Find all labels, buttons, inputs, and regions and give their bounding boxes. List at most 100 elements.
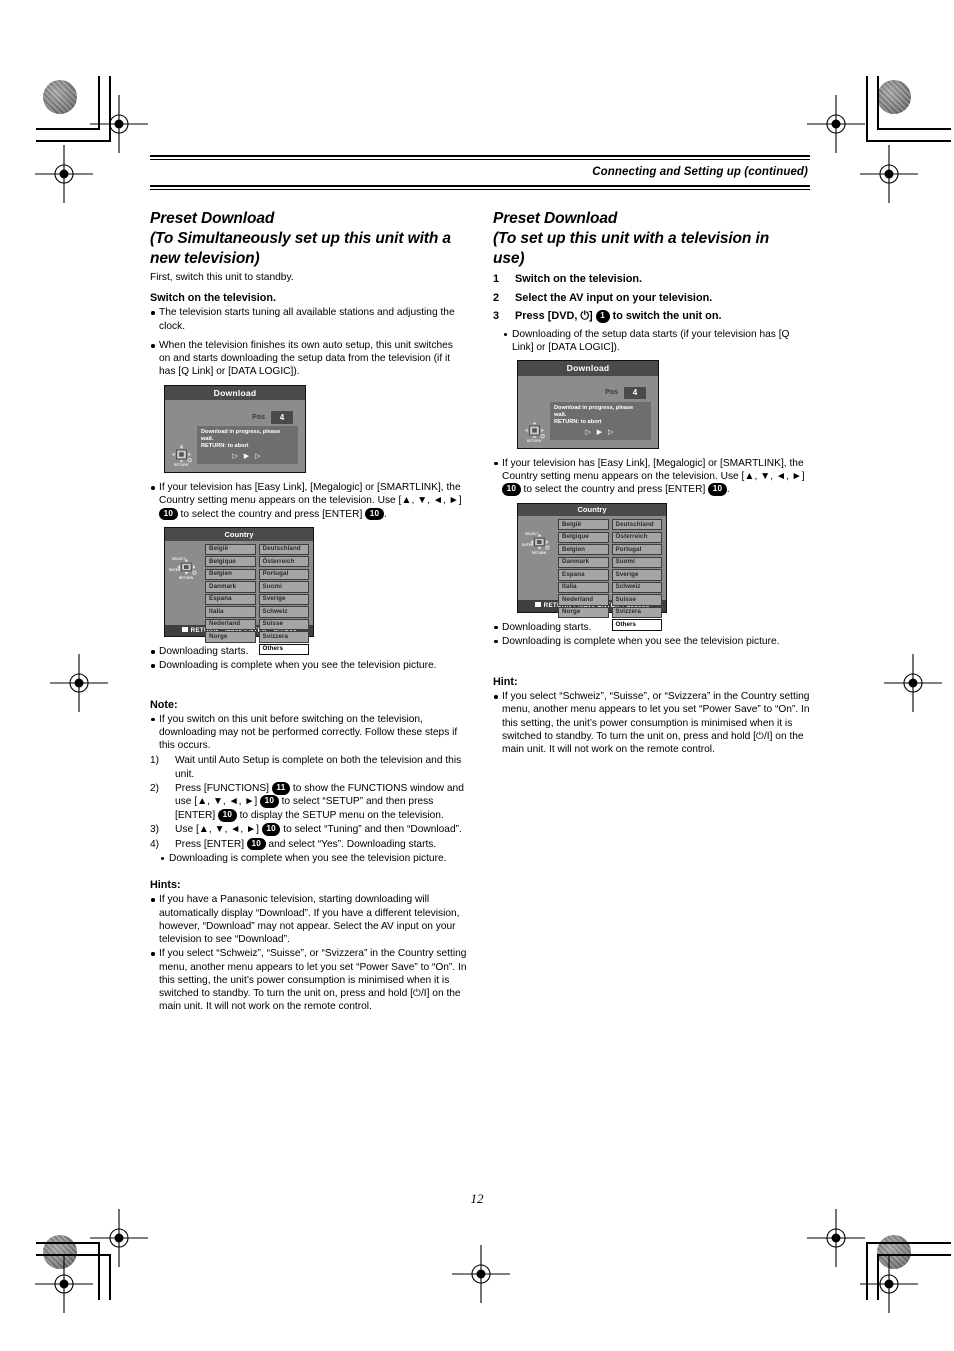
step-text: Use [▲, ▼, ◄, ►] 10 to select “Tuning” a… [175, 823, 462, 836]
download-message-line2: RETURN: to abort [554, 418, 602, 425]
country-list-item[interactable]: Nederland [558, 594, 609, 606]
country-list-item[interactable]: Sverige [258, 593, 309, 606]
crop-corner-bottom-left [36, 1220, 152, 1320]
step-text: Select the AV input on your television. [515, 291, 713, 304]
country-list-item[interactable]: Svizzera [611, 606, 662, 619]
left-title-line2: (To Simultaneously set up this unit with… [150, 230, 451, 248]
country-list-item[interactable]: Svizzera [258, 631, 309, 643]
step-number: 4) [150, 838, 160, 850]
country-list-item[interactable]: Suomi [611, 556, 662, 568]
country-list-item[interactable]: Italia [205, 606, 256, 618]
left-bullets-group-1: The television starts tuning all availab… [150, 306, 467, 378]
step-number: 1) [150, 755, 160, 767]
left-note-heading: Note: [150, 698, 178, 711]
country-dpad-icon: SELECT ENTER RETURN [521, 519, 555, 597]
key-number-badge: 10 [261, 823, 281, 836]
list-item: Downloading starts. [493, 621, 810, 634]
country-list-item[interactable]: Suisse [611, 594, 662, 606]
list-item: 3 Press [DVD, ⏻] 1 to switch the unit on… [493, 309, 810, 323]
left-title-line3: new television) [150, 250, 260, 268]
left-lead-text: First, switch this unit to standby. [150, 272, 294, 284]
download-screen-body: Pos 4 Download in progress, please wait.… [165, 400, 305, 472]
country-list-item[interactable]: Espana [558, 569, 609, 581]
download-screen-title: Download [518, 361, 658, 376]
download-screen-graphic-right: Download Pos 4 Download in progress, ple… [517, 360, 810, 449]
list-item: If your television has [Easy Link], [Meg… [150, 481, 467, 521]
list-item: 2) Press [FUNCTIONS] 11 to show the FUNCT… [150, 781, 467, 822]
country-list-item[interactable]: België [558, 519, 609, 531]
country-list-item[interactable]: Schweiz [611, 581, 662, 594]
country-list-item[interactable]: Portugal [611, 544, 662, 556]
download-position-value: 4 [624, 386, 646, 400]
country-list-item[interactable]: Schweiz [258, 606, 309, 618]
country-list-item[interactable]: Danmark [558, 556, 609, 568]
country-list-item[interactable]: Belgique [558, 531, 609, 543]
country-list-item[interactable]: Portugal [258, 568, 309, 581]
country-list-item[interactable]: Suisse [258, 618, 309, 631]
download-screen-body: Pos 4 Download in progress, please wait.… [518, 376, 658, 448]
svg-text:RETURN: RETURN [179, 576, 194, 580]
list-item: If you switch on this unit before switch… [150, 713, 467, 753]
country-list-item[interactable]: Belgique [205, 556, 256, 568]
country-list-item[interactable]: Deutschland [611, 519, 662, 531]
country-list-item[interactable]: Sverige [611, 569, 662, 581]
left-hints-bullets: If you have a Panasonic television, star… [150, 893, 467, 1013]
download-message-box: Download in progress, please wait. RETUR… [550, 401, 651, 440]
country-list-item[interactable]: Österreich [611, 531, 662, 543]
download-message-line1: Download in progress, please wait. [554, 404, 634, 418]
step-text: Switch on the television. [515, 273, 643, 286]
svg-text:ENTER: ENTER [169, 568, 181, 572]
country-list-item[interactable]: Nederland [205, 618, 256, 631]
left-title-line1: Preset Download [150, 210, 275, 227]
svg-text:RETURN: RETURN [174, 463, 189, 467]
country-list-item[interactable]: Suomi [258, 581, 309, 593]
country-column-2: Deutschland Österreich Portugal Suomi Sverig… [258, 543, 309, 656]
country-list-item[interactable]: Deutschland [258, 543, 309, 555]
country-screen-body: SELECT ENTER RETURN België Belgique Belg… [518, 516, 666, 631]
left-bullets-group-2: If your television has [Easy Link], [Meg… [150, 481, 467, 521]
registration-mark-right-middle [882, 652, 942, 712]
key-number-badge: 1 [595, 310, 610, 323]
svg-text:SELECT: SELECT [172, 557, 186, 561]
right-bullets-group-2: If your television has [Easy Link], [Meg… [493, 457, 810, 497]
registration-mark-left-middle [48, 652, 108, 712]
left-section-title: Preset Download (To Simultaneously set u… [150, 209, 467, 269]
crop-corner-top-left [36, 76, 152, 192]
country-list-item[interactable]: Belgien [205, 568, 256, 581]
key-number-badge: 10 [218, 808, 237, 822]
key-number-badge: 10 [502, 483, 521, 496]
country-screen-graphic-left: Country SELECT ENTER RETURN België Belgi… [164, 527, 467, 656]
right-step3-subbullets: Downloading of the setup data starts (if… [493, 328, 810, 355]
list-item: 1 Switch on the television. [493, 272, 810, 286]
country-list-item[interactable]: Espana [205, 593, 256, 606]
country-list-item[interactable]: België [205, 543, 256, 555]
right-section-title: Preset Download (To set up this unit wit… [493, 209, 810, 269]
download-progress-arrows: ▷ ▶ ▷ [585, 428, 616, 436]
page-number: 12 [470, 1191, 484, 1206]
country-list-item[interactable]: Österreich [258, 556, 309, 568]
download-position-label: Pos [252, 413, 265, 421]
country-list-item[interactable]: Norge [558, 606, 609, 619]
list-item: The television starts tuning all availab… [150, 306, 467, 333]
country-list-item[interactable]: Danmark [205, 581, 256, 593]
download-position-field: Pos 4 [252, 411, 293, 424]
step-number: 2) [150, 782, 160, 794]
country-list-item[interactable]: Norge [205, 631, 256, 643]
list-item: When the television finishes its own aut… [150, 339, 467, 379]
country-list-item[interactable]: Belgien [558, 544, 609, 556]
registration-mark-bottom-center [450, 1243, 510, 1303]
country-column-1: België Belgique Belgien Danmark Espana Italia… [558, 519, 609, 619]
running-head: Connecting and Setting up (continued) [592, 166, 808, 178]
download-screen-graphic-left: Download Pos 4 Download in progress, ple… [164, 384, 467, 474]
left-column: Preset Download (To Simultaneously set u… [150, 209, 467, 1015]
country-list-item[interactable]: Italia [558, 581, 609, 594]
left-note-steps: 1) Wait until Auto Setup is complete on b… [150, 754, 467, 851]
crop-corner-top-right [802, 76, 951, 192]
remote-dpad-icon: RETURN [523, 421, 547, 443]
svg-text:ENTER: ENTER [522, 543, 534, 547]
country-screen-title: Country [518, 503, 666, 517]
country-screen-title: Country [165, 528, 313, 541]
right-title-line3: use) [493, 250, 525, 268]
header-rule-bottom [150, 185, 810, 187]
country-list-columns: België Belgique Belgien Danmark Espana Italia… [205, 543, 309, 656]
